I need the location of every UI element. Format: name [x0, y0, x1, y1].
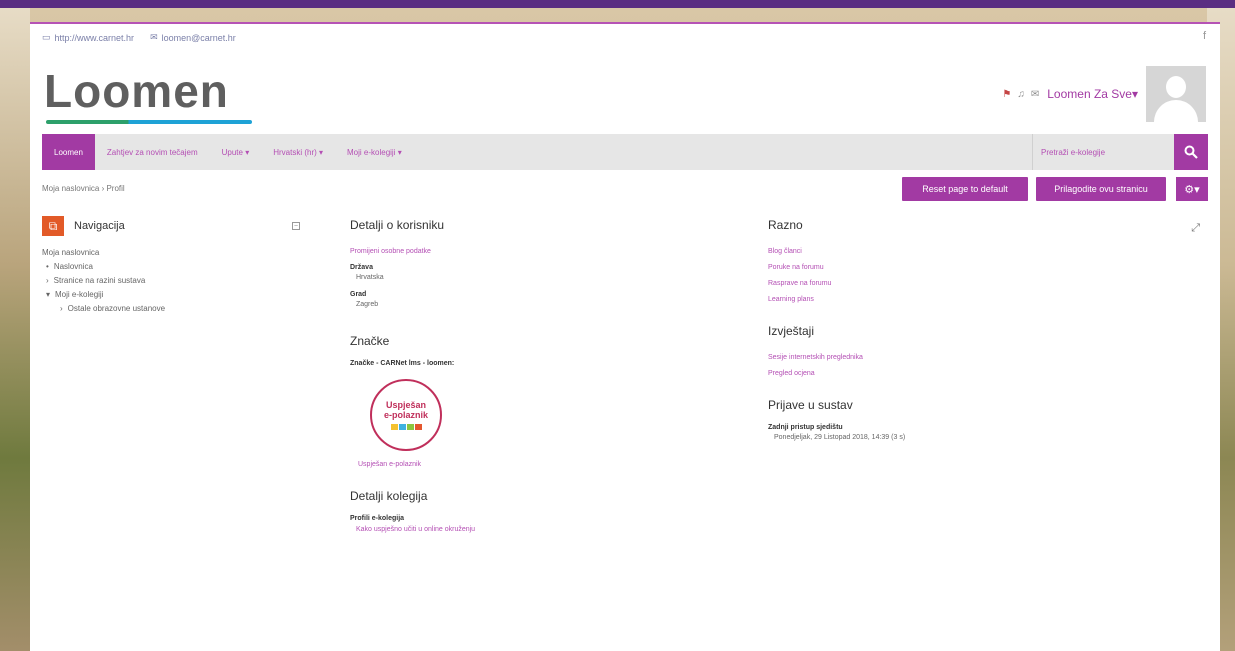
badge-block: [406, 424, 414, 430]
user-menu: ⚑ ♫ ✉ Loomen Za Sve▾: [1002, 66, 1206, 122]
misc-heading: Razno: [768, 218, 803, 232]
nav-tree-label: Ostale obrazovne ustanove: [67, 304, 166, 313]
avatar-head: [1166, 76, 1186, 98]
badge-text-line-2: e-polaznik: [383, 410, 428, 420]
reset-page-button[interactable]: Reset page to default: [902, 177, 1028, 201]
envelope-icon: ✉: [150, 32, 158, 42]
course-search-input[interactable]: Pretraži e-kolegije: [1032, 134, 1172, 170]
logo-underline: [46, 120, 252, 124]
last-access-value: Ponedjeljak, 29 Listopad 2018, 14:39 (3 …: [774, 434, 906, 441]
email-text: loomen@carnet.hr: [161, 32, 236, 43]
chevron-right-icon: ›: [46, 276, 49, 285]
city-label: Grad: [350, 291, 367, 298]
middle-column: Detalji o korisniku Promijeni osobne pod…: [350, 218, 730, 538]
email-link[interactable]: ✉ loomen@carnet.hr: [150, 32, 236, 43]
username-caret: ▾: [1131, 87, 1138, 101]
badge-image[interactable]: Uspješan e-polaznik: [370, 379, 442, 451]
search-button[interactable]: [1174, 134, 1208, 170]
navigation-block-header: ⧉ Navigacija –: [42, 216, 300, 236]
bookmark-icon: ▭: [42, 32, 51, 42]
country-value: Hrvatska: [356, 274, 384, 281]
username-link[interactable]: Loomen Za Sve▾: [1047, 87, 1138, 101]
bell-icon[interactable]: ♫: [1017, 89, 1025, 100]
right-column: Razno Blog članci Poruke na forumu Raspr…: [768, 218, 1148, 451]
collapse-icon[interactable]: –: [292, 222, 300, 230]
username-text: Loomen Za Sve: [1047, 87, 1132, 101]
avatar[interactable]: [1146, 66, 1206, 122]
badge-block: [414, 424, 422, 430]
nav-tree-item-other-institutions[interactable]: › Ostale obrazovne ustanove: [42, 302, 300, 316]
nav-item-my-courses[interactable]: Moji e-kolegiji ▾: [335, 134, 414, 170]
background-left: [0, 8, 30, 651]
course-link[interactable]: Kako uspješno učiti u online okruženju: [350, 522, 730, 538]
badge-blocks-icon: [390, 424, 422, 430]
sitemap-icon: ⧉: [42, 216, 64, 236]
chevron-right-icon: ›: [60, 304, 63, 313]
logins-heading: Prijave u sustav: [768, 398, 853, 412]
course-details-heading: Detalji kolegija: [350, 489, 428, 503]
avatar-body: [1154, 100, 1198, 122]
settings-gear-button[interactable]: ⚙▾: [1176, 177, 1208, 201]
search-icon: [1184, 145, 1198, 159]
nav-item-new-course-request[interactable]: Zahtjev za novim tečajem: [95, 134, 210, 170]
nav-tree-item-my-courses[interactable]: ▾ Moji e-kolegiji: [42, 288, 300, 302]
nav-item-instructions[interactable]: Upute ▾: [210, 134, 262, 170]
forum-discussions-link[interactable]: Rasprave na forumu: [768, 276, 1148, 292]
nav-tree-item-home[interactable]: • Naslovnica: [42, 260, 300, 274]
learning-plans-link[interactable]: Learning plans: [768, 292, 1148, 308]
city-value: Zagreb: [356, 301, 379, 308]
nav-tree-label: Moja naslovnica: [42, 248, 100, 257]
chevron-down-icon: ▾: [46, 290, 51, 299]
edit-profile-link[interactable]: Promijeni osobne podatke: [350, 244, 730, 260]
nav-tree-item-my-home[interactable]: Moja naslovnica: [42, 246, 300, 260]
nav-item-loomen[interactable]: Loomen: [42, 134, 95, 170]
forum-posts-link[interactable]: Poruke na forumu: [768, 260, 1148, 276]
url-text: http://www.carnet.hr: [54, 32, 135, 43]
navigation-tree: Moja naslovnica • Naslovnica › Stranice na…: [42, 246, 300, 316]
course-profiles-label: Profili e-kolegija: [350, 515, 405, 522]
badges-heading: Značke: [350, 334, 390, 348]
fullscreen-icon[interactable]: ⤢: [1191, 222, 1200, 235]
badges-source-label: Značke - CARNet lms - loomen:: [350, 360, 455, 367]
user-details-heading: Detalji o korisniku: [350, 218, 445, 232]
nav-item-language[interactable]: Hrvatski (hr) ▾: [261, 134, 335, 170]
site-logo[interactable]: Loomen: [44, 64, 229, 118]
grades-overview-link[interactable]: Pregled ocjena: [768, 366, 1148, 382]
blog-posts-link[interactable]: Blog članci: [768, 244, 1148, 260]
notifications-icon[interactable]: ⚑: [1002, 89, 1011, 100]
browser-sessions-link[interactable]: Sesije internetskih preglednika: [768, 350, 1148, 366]
nav-tree-label: Naslovnica: [53, 262, 93, 271]
gear-icon: ⚙▾: [1184, 183, 1200, 196]
country-label: Država: [350, 264, 373, 271]
main-navbar: Loomen Zahtjev za novim tečajem Upute ▾ …: [42, 134, 1208, 170]
navigation-block: ⧉ Navigacija – Moja naslovnica • Naslovni…: [42, 216, 300, 316]
reports-heading: Izvještaji: [768, 324, 815, 338]
user-icons: ⚑ ♫ ✉: [1002, 89, 1039, 100]
page: ▭ http://www.carnet.hr ✉ loomen@carnet.hr …: [30, 22, 1220, 651]
badge-block: [390, 424, 398, 430]
messages-icon[interactable]: ✉: [1031, 89, 1039, 100]
top-contact-bar: ▭ http://www.carnet.hr ✉ loomen@carnet.hr: [42, 32, 236, 43]
last-access-label: Zadnji pristup sjedištu: [768, 424, 843, 431]
breadcrumb[interactable]: Moja naslovnica › Profil: [42, 184, 125, 193]
url-link[interactable]: ▭ http://www.carnet.hr: [42, 32, 134, 43]
badge-link[interactable]: Uspješan e-polaznik: [350, 457, 730, 473]
navigation-title: Navigacija: [74, 220, 125, 232]
badge-block: [398, 424, 406, 430]
customize-page-button[interactable]: Prilagodite ovu stranicu: [1036, 177, 1166, 201]
facebook-icon[interactable]: f: [1203, 30, 1206, 42]
nav-tree-label: Stranice na razini sustava: [53, 276, 146, 285]
badge-text-line-1: Uspješan: [385, 400, 427, 410]
nav-tree-item-site-pages[interactable]: › Stranice na razini sustava: [42, 274, 300, 288]
bullet-icon: •: [46, 262, 49, 271]
nav-tree-label: Moji e-kolegiji: [55, 290, 104, 299]
